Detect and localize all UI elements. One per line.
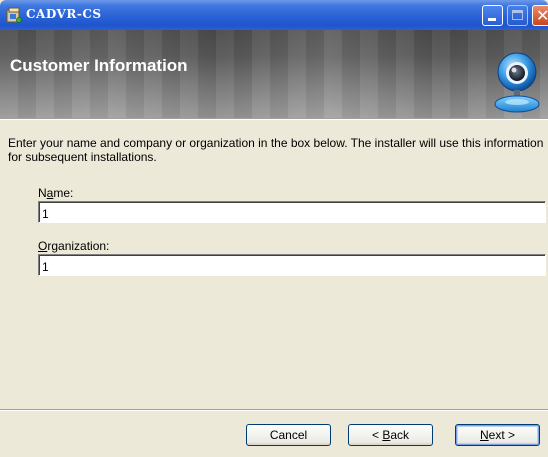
button-separator	[0, 409, 548, 411]
name-label-part: me:	[53, 186, 74, 200]
organization-label: Organization:	[38, 239, 109, 253]
back-label-part: <	[371, 428, 383, 442]
back-label-part: ack	[390, 428, 410, 442]
cancel-button[interactable]: Cancel	[246, 424, 331, 446]
name-label: Name:	[38, 186, 73, 200]
instructions-text: Enter your name and company or organizat…	[8, 136, 544, 164]
next-label-mnemonic: N	[479, 428, 489, 442]
header-banner: Customer Information	[0, 30, 548, 118]
name-input[interactable]	[38, 201, 546, 223]
name-label-part: N	[38, 186, 47, 200]
page-title: Customer Information	[10, 56, 188, 75]
back-button[interactable]: < Back	[348, 424, 433, 446]
maximize-icon	[512, 10, 523, 20]
maximize-button[interactable]	[507, 5, 528, 26]
minimize-button[interactable]	[482, 5, 503, 26]
close-button[interactable]: ✕	[532, 5, 548, 26]
window-title: CADVR-CS	[26, 7, 102, 21]
close-icon: ✕	[536, 6, 548, 25]
banner-divider	[0, 118, 548, 120]
organization-input[interactable]	[38, 254, 546, 276]
next-button[interactable]: Next >	[455, 424, 540, 446]
next-label-part: ext >	[488, 428, 516, 442]
minimize-icon	[488, 18, 496, 21]
installer-icon	[6, 7, 22, 23]
title-bar[interactable]: CADVR-CS ✕	[0, 0, 548, 30]
webcam-icon	[494, 52, 540, 113]
installer-window: CADVR-CS ✕ Customer Information Enter yo…	[0, 0, 548, 457]
organization-label-mnemonic: O	[38, 239, 48, 253]
organization-label-part: rganization:	[47, 239, 110, 253]
